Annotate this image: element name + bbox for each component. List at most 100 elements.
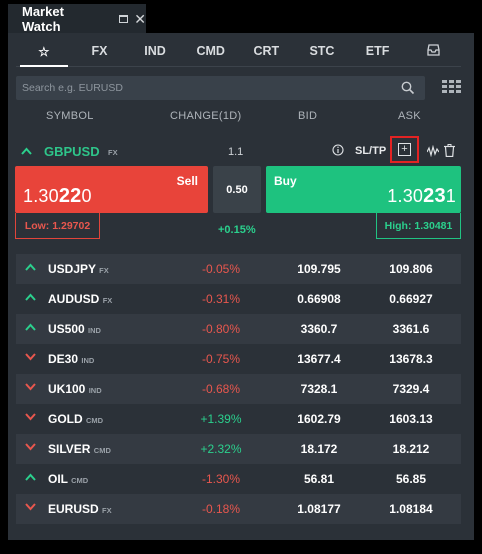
row-bid[interactable]: 18.172 (274, 442, 364, 456)
column-header-change[interactable]: CHANGE(1D) (170, 110, 241, 122)
buy-label: Buy (274, 174, 297, 188)
instrument-symbol: GBPUSD (44, 144, 100, 159)
row-ask[interactable]: 18.212 (366, 442, 456, 456)
info-icon[interactable] (332, 144, 344, 156)
tab-crt[interactable]: CRT (239, 44, 295, 58)
tab-fx[interactable]: FX (72, 44, 128, 58)
row-symbol: EURUSD FX (48, 502, 112, 516)
row-symbol: USDJPY FX (48, 262, 109, 276)
row-ask[interactable]: 56.85 (366, 472, 456, 486)
active-tab-indicator (20, 65, 68, 67)
low-price: Low: 1.29702 (15, 213, 100, 239)
tab-etf[interactable]: ETF (350, 44, 406, 58)
search-box (16, 76, 425, 100)
row-symbol: SILVER CMD (48, 442, 111, 456)
row-symbol: AUDUSD FX (48, 292, 113, 306)
column-header-ask[interactable]: ASK (398, 110, 421, 122)
chevron-up-icon (25, 323, 36, 331)
search-input[interactable] (16, 82, 386, 94)
table-row[interactable]: AUDUSD FX -0.31% 0.66908 0.66927 (16, 284, 461, 314)
row-bid[interactable]: 56.81 (274, 472, 364, 486)
tabs-divider (16, 66, 461, 67)
chevron-down-icon (25, 413, 36, 421)
chevron-up-icon (25, 293, 36, 301)
category-tabs: ☆ FX IND CMD CRT STC ETF (16, 36, 461, 66)
buy-price: 1.30231 (387, 185, 456, 207)
table-row[interactable]: DE30 IND -0.75% 13677.4 13678.3 (16, 344, 461, 374)
row-symbol: DE30 IND (48, 352, 95, 366)
row-bid[interactable]: 1.08177 (274, 502, 364, 516)
row-ask[interactable]: 109.806 (366, 262, 456, 276)
window-title: Market Watch (22, 3, 64, 34)
search-icon[interactable] (401, 81, 415, 95)
plus-icon: + (398, 143, 411, 156)
row-change: +1.39% (200, 412, 242, 426)
chart-icon[interactable] (427, 145, 439, 157)
tab-stc[interactable]: STC (294, 44, 350, 58)
row-ask[interactable]: 1.08184 (366, 502, 456, 516)
row-bid[interactable]: 3360.7 (274, 322, 364, 336)
row-ask[interactable]: 3361.6 (366, 322, 456, 336)
row-ask[interactable]: 1603.13 (366, 412, 456, 426)
spread-value: 0.50 (213, 166, 261, 213)
chevron-up-icon (25, 473, 36, 481)
row-change: -0.18% (201, 502, 241, 516)
grid-view-icon[interactable] (442, 80, 462, 94)
window-titlebar: Market Watch ✕ (8, 3, 146, 34)
table-row[interactable]: SILVER CMD +2.32% 18.172 18.212 (16, 434, 461, 464)
column-header-symbol[interactable]: SYMBOL (46, 110, 94, 122)
row-symbol: OIL CMD (48, 472, 89, 486)
inbox-icon (427, 43, 440, 56)
instrument-class: FX (108, 148, 118, 157)
star-icon: ☆ (38, 44, 50, 59)
row-change: +2.32% (200, 442, 242, 456)
sell-price: 1.30220 (23, 185, 92, 207)
tab-favorites[interactable]: ☆ (16, 44, 72, 59)
sltp-button[interactable]: SL/TP (355, 145, 386, 157)
row-change: -1.30% (201, 472, 241, 486)
chevron-down-icon (25, 503, 36, 511)
sell-button[interactable]: Sell 1.30220 (15, 166, 208, 213)
tab-inbox[interactable] (405, 43, 461, 59)
close-icon[interactable]: ✕ (134, 12, 146, 26)
table-row[interactable]: USDJPY FX -0.05% 109.795 109.806 (16, 254, 461, 284)
chevron-up-icon[interactable] (21, 147, 32, 155)
expanded-instrument-row[interactable]: GBPUSD FX 1.1 SL/TP + (16, 136, 461, 164)
row-ask[interactable]: 7329.4 (366, 382, 456, 396)
add-order-button[interactable]: + (390, 136, 419, 163)
row-change: -0.80% (201, 322, 241, 336)
column-header-bid[interactable]: BID (298, 110, 317, 122)
row-ask[interactable]: 0.66927 (366, 292, 456, 306)
row-change: -0.75% (201, 352, 241, 366)
row-bid[interactable]: 109.795 (274, 262, 364, 276)
instrument-list: USDJPY FX -0.05% 109.795 109.806 AUDUSD … (16, 254, 461, 524)
sell-label: Sell (176, 174, 198, 188)
row-bid[interactable]: 7328.1 (274, 382, 364, 396)
chevron-down-icon (25, 383, 36, 391)
table-row[interactable]: EURUSD FX -0.18% 1.08177 1.08184 (16, 494, 461, 524)
table-row[interactable]: US500 IND -0.80% 3360.7 3361.6 (16, 314, 461, 344)
row-change: -0.68% (201, 382, 241, 396)
chevron-up-icon (25, 263, 36, 271)
row-symbol: UK100 IND (48, 382, 102, 396)
chevron-down-icon (25, 353, 36, 361)
row-bid[interactable]: 0.66908 (274, 292, 364, 306)
table-row[interactable]: OIL CMD -1.30% 56.81 56.85 (16, 464, 461, 494)
row-bid[interactable]: 13677.4 (274, 352, 364, 366)
row-ask[interactable]: 13678.3 (366, 352, 456, 366)
trash-icon[interactable] (444, 144, 455, 157)
row-change: -0.05% (201, 262, 241, 276)
instrument-spread: 1.1 (228, 146, 244, 158)
row-bid[interactable]: 1602.79 (274, 412, 364, 426)
row-symbol: US500 IND (48, 322, 101, 336)
table-row[interactable]: UK100 IND -0.68% 7328.1 7329.4 (16, 374, 461, 404)
row-symbol: GOLD CMD (48, 412, 104, 426)
chevron-down-icon (25, 443, 36, 451)
daily-change: +0.15% (218, 224, 256, 236)
table-row[interactable]: GOLD CMD +1.39% 1602.79 1603.13 (16, 404, 461, 434)
buy-button[interactable]: Buy 1.30231 (266, 166, 461, 213)
row-change: -0.31% (201, 292, 241, 306)
tab-cmd[interactable]: CMD (183, 44, 239, 58)
tab-ind[interactable]: IND (127, 44, 183, 58)
maximize-icon[interactable] (119, 14, 129, 23)
